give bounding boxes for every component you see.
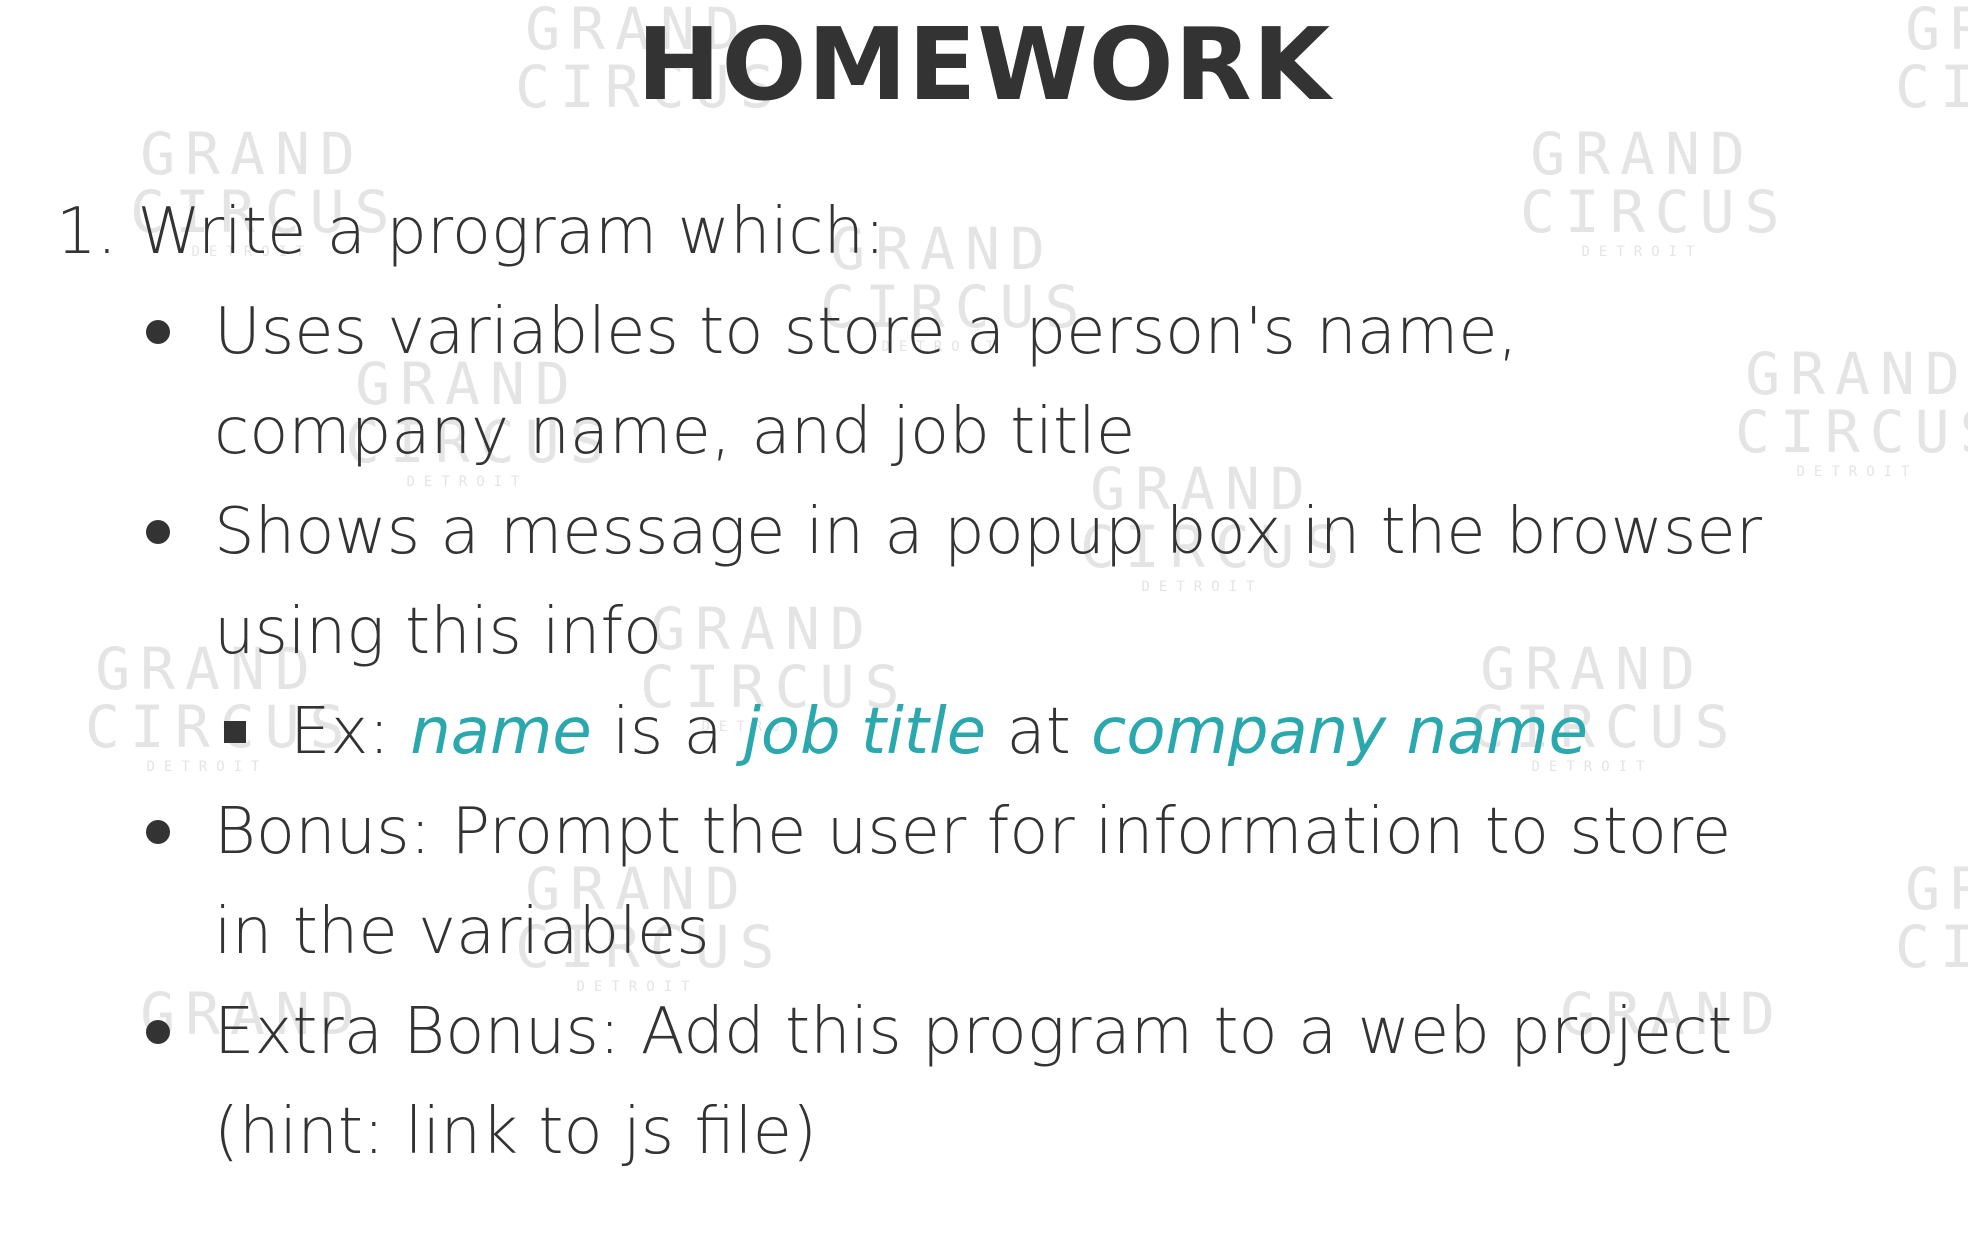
square-bullet-icon [224, 721, 246, 743]
bullet-icon [146, 820, 170, 844]
watermark-line-3: DETROIT [1141, 579, 1264, 595]
example-company-name: company name [1091, 695, 1588, 769]
watermark-line-2: CIRCUS [1735, 398, 1968, 466]
example-at: at [1006, 695, 1071, 769]
item-number: 1. [56, 195, 118, 269]
watermark-line-1: GRAND [1530, 120, 1755, 188]
bullet-line: Uses variables to store a person's name, [214, 295, 1518, 369]
watermark-logo: GRAND CIRCUS DETROIT [1735, 345, 1968, 479]
watermark-line-2: CIRCUS [1520, 178, 1790, 246]
bullet-icon [146, 1020, 170, 1044]
bullet-icon [146, 520, 170, 544]
bullet-line: using this info [214, 595, 663, 669]
bullet-line: Shows a message in a popup box in the br… [214, 495, 1763, 569]
item-text: Write a program which: [137, 195, 886, 269]
watermark-logo: GRAND CIRCUS [1895, 860, 1968, 976]
example-line: Ex: name is a job title at company name [290, 682, 1588, 782]
list-item: 1. Write a program which: [56, 182, 886, 282]
watermark-line-3: DETROIT [1581, 244, 1704, 260]
bullet-line: (hint: link to js file) [214, 1095, 817, 1169]
bullet-line: in the variables [214, 895, 710, 969]
bullet-line: company name, and job title [214, 395, 1136, 469]
watermark-line-1: GRAND [140, 120, 365, 188]
watermark-line-1: GRAND [1905, 855, 1968, 923]
watermark-line-1: GRAND [1745, 340, 1968, 408]
watermark-line-3: DETROIT [1796, 464, 1919, 480]
bullet-line: Bonus: Prompt the user for information t… [214, 795, 1732, 869]
watermark-logo: GRAND CIRCUS DETROIT [1520, 120, 1790, 260]
example-is-a: is a [612, 695, 723, 769]
bullet-icon [146, 320, 170, 344]
example-name: name [410, 695, 592, 769]
example-prefix: Ex: [290, 695, 390, 769]
example-job-title: job title [743, 695, 987, 769]
watermark-line-2: CIRCUS [1895, 913, 1968, 981]
bullet-line: Extra Bonus: Add this program to a web p… [214, 995, 1733, 1069]
slide-title: HOMEWORK [636, 6, 1332, 123]
watermark-line-1: GRAND [650, 595, 875, 663]
slide: GRAND CIRCUS DETROIT GRAND CIRCUS DETROI… [0, 0, 1968, 1240]
